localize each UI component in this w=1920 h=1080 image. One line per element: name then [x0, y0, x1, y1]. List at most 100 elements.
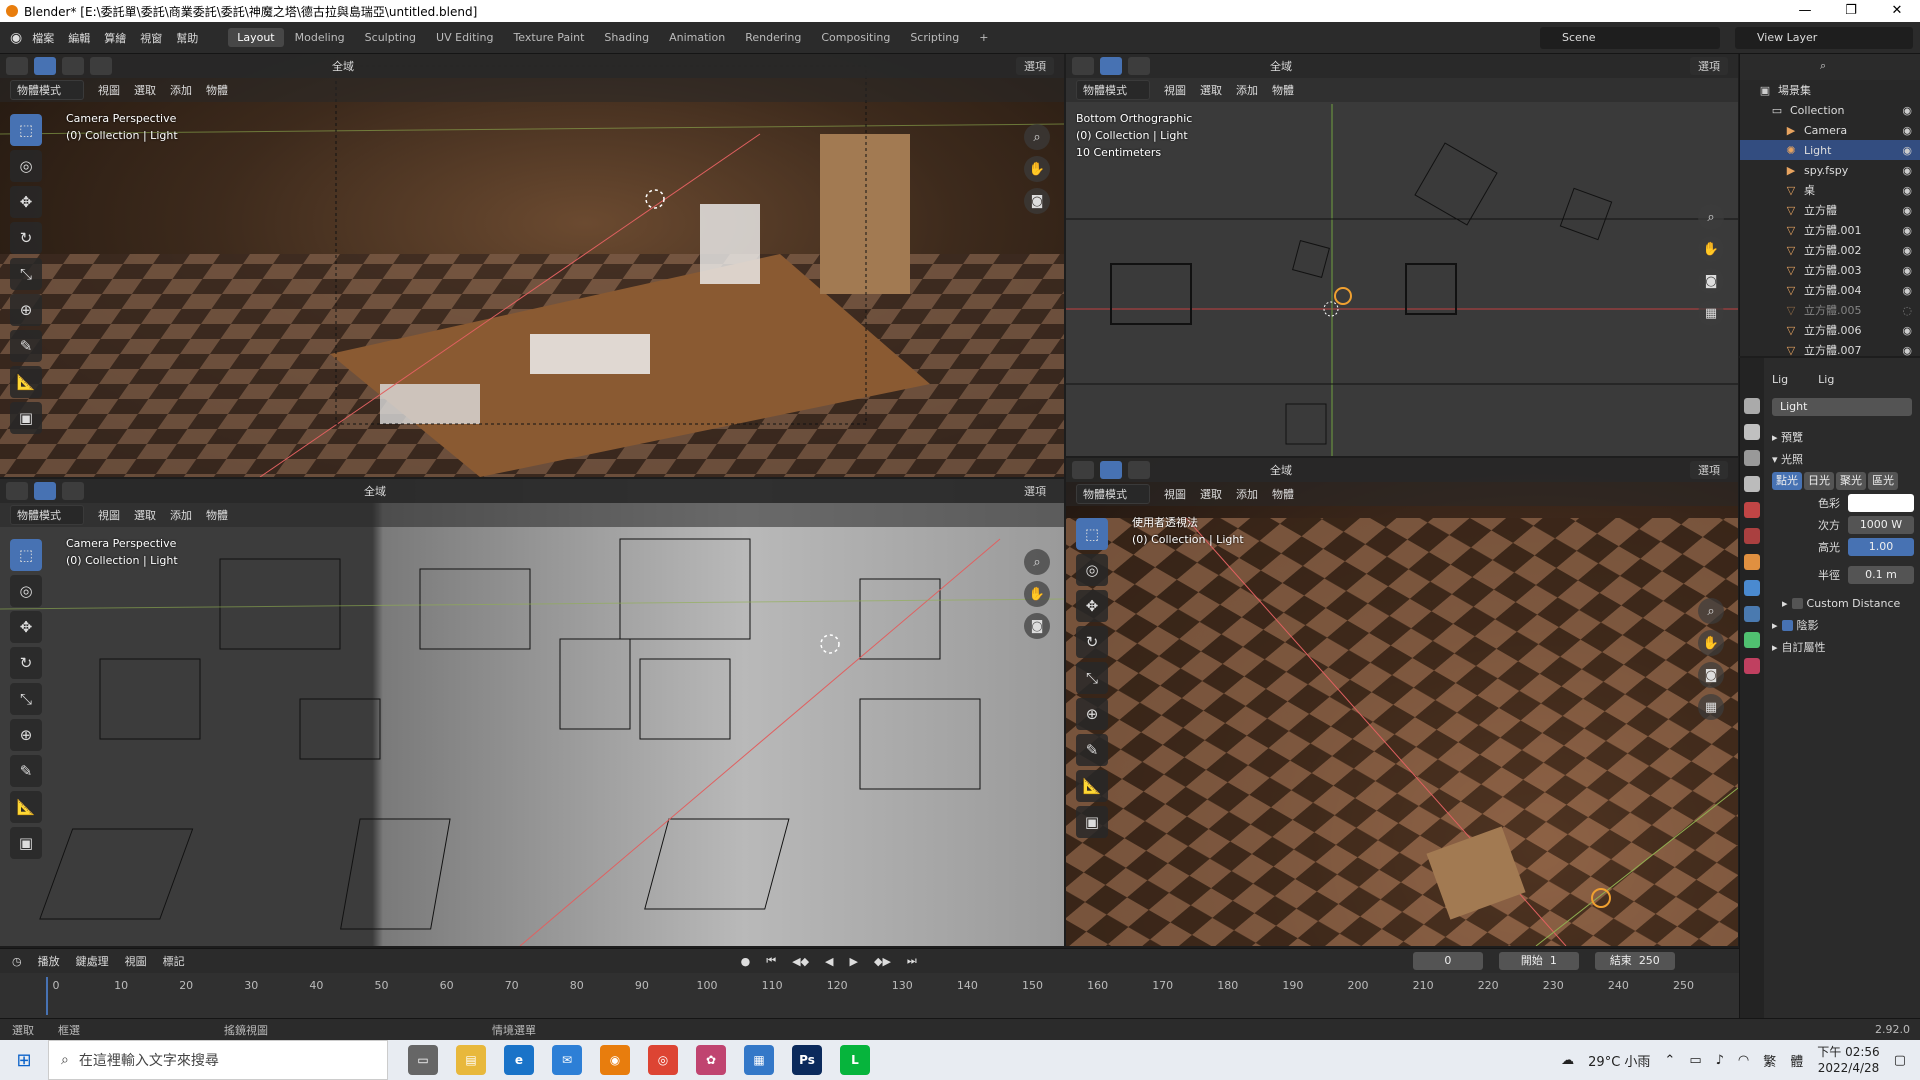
chrome-icon[interactable]: ◎	[648, 1045, 678, 1075]
select-cursor-icon[interactable]: ⬚	[10, 114, 42, 146]
network-icon[interactable]: ▭	[1689, 1053, 1701, 1068]
playhead[interactable]	[46, 977, 48, 1015]
menu-playback[interactable]: 播放	[38, 953, 60, 969]
add-cube-icon[interactable]: ▣	[10, 827, 42, 859]
move-icon[interactable]: ✥	[1076, 590, 1108, 622]
outliner-item-camera[interactable]: ▶ Camera ◉	[1740, 120, 1920, 140]
blender-taskbar-icon[interactable]: ◉	[600, 1045, 630, 1075]
light-type-spot[interactable]: 聚光	[1836, 472, 1866, 490]
menu-select[interactable]: 選取	[134, 82, 156, 98]
tab-scripting[interactable]: Scripting	[901, 28, 968, 47]
outliner-item-cube[interactable]: ▽ 立方體 ◉	[1740, 200, 1920, 220]
select-cursor-icon[interactable]: ⬚	[1076, 518, 1108, 550]
custom-properties-panel[interactable]: 自訂屬性	[1782, 639, 1826, 655]
clock[interactable]: 下午 02:56 2022/4/28	[1817, 1044, 1879, 1076]
end-frame-field[interactable]: 結束 250	[1594, 952, 1675, 970]
zoom-icon[interactable]: ⌕	[1024, 124, 1050, 150]
scale-icon[interactable]: ⤡	[10, 683, 42, 715]
preview-panel[interactable]: 預覽	[1781, 429, 1803, 445]
pan-icon[interactable]: ✋	[1698, 630, 1724, 656]
maximize-button[interactable]: ❐	[1828, 0, 1874, 22]
rotate-icon[interactable]: ↻	[1076, 626, 1108, 658]
editor-type-icon[interactable]	[1072, 57, 1094, 75]
annotate-icon[interactable]: ✎	[1076, 734, 1108, 766]
light-panel[interactable]: 光照	[1781, 451, 1803, 467]
camera-view-icon[interactable]: ◙	[1698, 268, 1724, 294]
light-type-sun[interactable]: 日光	[1804, 472, 1834, 490]
measure-icon[interactable]: 📐	[1076, 770, 1108, 802]
menu-view[interactable]: 視圖	[1164, 486, 1186, 502]
world-tab-icon[interactable]	[1744, 528, 1760, 544]
outliner-item-cube-003[interactable]: ▽ 立方體.003 ◉	[1740, 260, 1920, 280]
outliner-item-cube-004[interactable]: ▽ 立方體.004 ◉	[1740, 280, 1920, 300]
rotate-icon[interactable]: ↻	[10, 222, 42, 254]
chevron-right-icon[interactable]: ▸	[1772, 641, 1778, 654]
transform-orientation[interactable]: 全域	[364, 483, 386, 499]
breadcrumb-object[interactable]: Lig	[1772, 373, 1788, 386]
camera-view-icon[interactable]: ◙	[1024, 188, 1050, 214]
tab-sculpting[interactable]: Sculpting	[356, 28, 425, 47]
line-icon[interactable]: L	[840, 1045, 870, 1075]
start-frame-field[interactable]: 開始 1	[1498, 952, 1579, 970]
visibility-icon[interactable]: ◉	[1902, 324, 1912, 337]
measure-icon[interactable]: 📐	[10, 791, 42, 823]
weather-icon[interactable]: ☁	[1561, 1053, 1574, 1068]
viewport-top-right[interactable]: 全域 選項 物體模式 視圖 選取 添加 物體 Bottom Orthograph…	[1066, 54, 1738, 456]
transform-icon[interactable]: ⊕	[10, 719, 42, 751]
pan-icon[interactable]: ✋	[1024, 156, 1050, 182]
color-swatch[interactable]	[1848, 494, 1914, 512]
custom-distance-checkbox[interactable]	[1791, 597, 1803, 609]
app-icon[interactable]: ✿	[696, 1045, 726, 1075]
minimize-button[interactable]: —	[1782, 0, 1828, 22]
mail-icon[interactable]: ✉	[552, 1045, 582, 1075]
editor-type-icon[interactable]	[6, 482, 28, 500]
menu-select[interactable]: 選取	[1200, 486, 1222, 502]
outliner-item-table[interactable]: ▽ 桌 ◉	[1740, 180, 1920, 200]
menu-view[interactable]: 視圖	[98, 82, 120, 98]
visibility-icon[interactable]: ◉	[1902, 264, 1912, 277]
pan-icon[interactable]: ✋	[1698, 236, 1724, 262]
frame-ruler[interactable]: 0 10 20 30 40 50 60 70 80 90 100 110 120 130 140 150 160…	[0, 977, 1739, 997]
tab-shading[interactable]: Shading	[595, 28, 658, 47]
menu-view[interactable]: 視圖	[1164, 82, 1186, 98]
visibility-icon[interactable]: ◉	[1902, 144, 1912, 157]
chevron-up-icon[interactable]: ⌃	[1664, 1053, 1675, 1068]
tab-rendering[interactable]: Rendering	[736, 28, 810, 47]
jump-end-icon[interactable]: ⏭	[907, 954, 917, 968]
options-dropdown[interactable]: 選項	[1016, 57, 1054, 75]
power-field[interactable]: 1000 W	[1848, 516, 1914, 534]
menu-add[interactable]: 添加	[1236, 82, 1258, 98]
grid-icon[interactable]: ▦	[1698, 694, 1724, 720]
object-tab-icon[interactable]	[1744, 554, 1760, 570]
radius-field[interactable]: 0.1 m	[1848, 566, 1914, 584]
jump-start-icon[interactable]: ⏮	[766, 954, 776, 968]
editor-type-icon[interactable]	[1072, 461, 1094, 479]
ime-mode-2[interactable]: 體	[1790, 1051, 1803, 1070]
tab-layout[interactable]: Layout	[228, 28, 284, 47]
current-frame-field[interactable]: 0	[1412, 952, 1483, 970]
render-tab-icon[interactable]	[1744, 424, 1760, 440]
zoom-icon[interactable]: ⌕	[1698, 204, 1724, 230]
select-tool-icon[interactable]	[34, 482, 56, 500]
hidden-icon[interactable]: ◌	[1902, 304, 1912, 317]
measure-icon[interactable]: 📐	[10, 366, 42, 398]
tab-compositing[interactable]: Compositing	[812, 28, 899, 47]
visibility-icon[interactable]: ◉	[1902, 244, 1912, 257]
task-view-icon[interactable]: ▭	[408, 1045, 438, 1075]
mode-selector[interactable]: 物體模式	[1076, 484, 1150, 504]
photoshop-icon[interactable]: Ps	[792, 1045, 822, 1075]
tab-animation[interactable]: Animation	[660, 28, 734, 47]
transform-orientation[interactable]: 全域	[1270, 462, 1292, 478]
light-type-area[interactable]: 區光	[1868, 472, 1898, 490]
camera-view-icon[interactable]: ◙	[1024, 613, 1050, 639]
viewport-bottom-right[interactable]: 全域 選項 物體模式 視圖 選取 添加 物體 使用者透視法 (0) Collec…	[1066, 458, 1738, 946]
breadcrumb-data[interactable]: Lig	[1818, 373, 1834, 386]
edge-icon[interactable]: e	[504, 1045, 534, 1075]
viewport-bottom-left[interactable]: 全域 選項 物體模式 視圖 選取 添加 物體 Camera Perspectiv…	[0, 479, 1064, 946]
camera-view-icon[interactable]: ◙	[1698, 662, 1724, 688]
outliner-item-cube-005[interactable]: ▽ 立方體.005 ◌	[1740, 300, 1920, 320]
constraints-tab-icon[interactable]	[1744, 606, 1760, 622]
output-tab-icon[interactable]	[1744, 450, 1760, 466]
select-box-icon[interactable]	[1128, 57, 1150, 75]
scale-icon[interactable]: ⤡	[1076, 662, 1108, 694]
